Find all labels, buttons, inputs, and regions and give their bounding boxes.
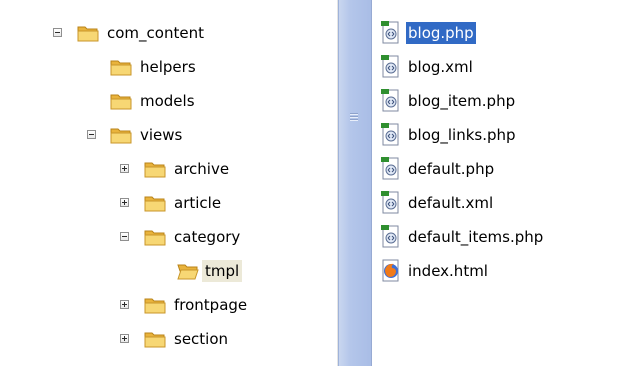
- folder-tree-pane[interactable]: com_content helpers models views archive…: [0, 0, 338, 366]
- collapse-toggle-icon[interactable]: [120, 232, 129, 241]
- folder-icon: [144, 332, 166, 348]
- collapse-toggle-icon[interactable]: [53, 28, 62, 37]
- file-list-pane[interactable]: blog.php blog.xml blog_item.php blog_lin…: [372, 0, 637, 366]
- xml-file-icon: [381, 55, 399, 78]
- tree-label: com_content: [107, 24, 204, 42]
- file-label: blog.xml: [408, 58, 473, 76]
- file-label: default_items.php: [408, 228, 544, 246]
- tree-label: category: [174, 228, 241, 246]
- expand-toggle-icon[interactable]: [120, 300, 129, 309]
- php-file-icon: [381, 123, 399, 146]
- tree-label: archive: [174, 160, 230, 178]
- splitter-grip-icon[interactable]: [350, 113, 358, 123]
- folder-icon: [110, 60, 132, 76]
- folder-icon: [77, 26, 99, 42]
- file-item[interactable]: blog_item.php: [380, 86, 517, 116]
- tree-label: models: [140, 92, 195, 110]
- php-file-icon: [381, 225, 399, 248]
- pane-splitter[interactable]: [338, 0, 372, 366]
- folder-icon: [144, 162, 166, 178]
- expand-toggle-icon[interactable]: [120, 334, 129, 343]
- file-label: default.php: [408, 160, 495, 178]
- folder-icon: [144, 298, 166, 314]
- expand-toggle-icon[interactable]: [120, 198, 129, 207]
- collapse-toggle-icon[interactable]: [87, 130, 96, 139]
- file-item[interactable]: default.xml: [380, 188, 495, 218]
- tree-label: frontpage: [174, 296, 248, 314]
- file-item[interactable]: blog.php: [380, 18, 476, 48]
- tree-label: helpers: [140, 58, 196, 76]
- file-item[interactable]: default_items.php: [380, 222, 545, 252]
- folder-icon: [110, 94, 132, 110]
- file-label: blog_links.php: [408, 126, 516, 144]
- firefox-html-icon: [382, 259, 399, 282]
- file-label: default.xml: [408, 194, 494, 212]
- open-folder-icon: [177, 264, 199, 280]
- file-item[interactable]: default.php: [380, 154, 496, 184]
- file-item[interactable]: blog.xml: [380, 52, 475, 82]
- file-label: index.html: [408, 262, 488, 280]
- tree-label: article: [174, 194, 222, 212]
- folder-icon: [144, 196, 166, 212]
- tree-label: tmpl: [202, 260, 243, 282]
- file-label: blog.php: [406, 22, 476, 44]
- file-label: blog_item.php: [408, 92, 516, 110]
- folder-icon: [110, 128, 132, 144]
- tree-label: section: [174, 330, 229, 348]
- file-item[interactable]: index.html: [380, 256, 490, 286]
- tree-label: views: [140, 126, 183, 144]
- php-file-icon: [381, 89, 399, 112]
- file-item[interactable]: blog_links.php: [380, 120, 518, 150]
- php-file-icon: [381, 21, 399, 44]
- expand-toggle-icon[interactable]: [120, 164, 129, 173]
- xml-file-icon: [381, 191, 399, 214]
- folder-icon: [144, 230, 166, 246]
- php-file-icon: [381, 157, 399, 180]
